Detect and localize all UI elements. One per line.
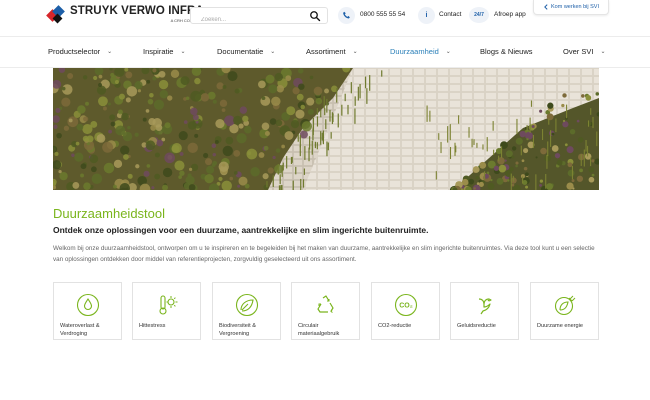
logo[interactable]: STRUYK VERWO INFRA A CRH COMPANY [46,5,204,28]
chevron-down-icon: ⌄ [445,49,451,55]
main-navigation: Productselector ⌄ Inspiratie ⌄ Documentati… [0,36,650,68]
nav-item-assortiment[interactable]: Assortiment ⌄ [306,47,358,56]
phone-icon[interactable] [338,7,355,24]
nav-item-blogs-nieuws[interactable]: Blogs & Nieuws [480,47,533,56]
logo-subtitle: A CRH COMPANY [170,17,204,23]
tile-duurzame-energie[interactable]: Duurzame energie [530,282,599,340]
intro-text: Welkom bij onze duurzaamheidstool, ontwo… [53,245,595,263]
tile-label: CO2-reductie [378,323,412,329]
tile-label: Duurzame energie [537,323,584,329]
tile-label: Wateroverlast & Verdroging [60,323,100,337]
nav-label: Assortiment [306,47,346,56]
tile-co2-reductie[interactable]: CO₂ CO2-reductie [371,282,440,340]
nav-label: Inspiratie [143,47,174,56]
tile-circulair[interactable]: Circulair materiaalgebruik [291,282,360,340]
info-icon[interactable]: i [418,7,435,24]
nav-item-inspiratie[interactable]: Inspiratie ⌄ [143,47,185,56]
chevron-down-icon: ⌄ [270,49,276,55]
nav-label: Over SVI [563,47,594,56]
page-title: Duurzaamheidstool [53,206,166,221]
eco-plug-icon [554,295,576,316]
logo-title: STRUYK VERWO INFRA [70,5,204,17]
nav-label: Productselector [48,47,101,56]
water-drop-icon [76,293,100,317]
nav-label: Blogs & Nieuws [480,47,533,56]
search-icon[interactable] [309,10,321,22]
hero-banner-image [53,68,599,190]
tile-label: Geluidsreductie [457,323,496,329]
tile-hittestress[interactable]: Hittestress [132,282,201,340]
phone-number[interactable]: 0800 555 55 54 [360,11,405,18]
chevron-down-icon: ⌄ [352,49,358,55]
nav-item-over-svi[interactable]: Over SVI ⌄ [563,47,605,56]
bird-icon [478,298,492,315]
careers-label: Kom werken bij SVI [551,4,599,10]
tile-label: Hittestress [139,323,166,329]
badge-24-7[interactable]: 24/7 [469,7,489,23]
leaf-icon [235,293,259,317]
contact-link[interactable]: Contact [439,11,461,18]
thermometer-sun-icon [159,295,178,315]
logo-mark-icon [46,5,66,25]
svg-text:CO₂: CO₂ [399,303,413,310]
search-box [190,7,328,28]
co2-icon: CO₂ [394,293,418,317]
nav-item-duurzaamheid[interactable]: Duurzaamheid ⌄ [390,47,451,56]
nav-item-productselector[interactable]: Productselector ⌄ [48,47,112,56]
tile-label: Circulair materiaalgebruik [298,323,340,337]
careers-button[interactable]: Kom werken bij SVI [533,0,609,15]
tile-geluidsreductie[interactable]: Geluidsreductie [450,282,519,340]
nav-label: Duurzaamheid [390,47,439,56]
chevron-down-icon: ⌄ [180,49,186,55]
tile-label: Biodiversiteit & Vergroening [219,323,256,337]
top-header: STRUYK VERWO INFRA A CRH COMPANY 0800 55… [0,0,650,34]
page-subtitle: Ontdek onze oplossingen voor een duurzam… [53,225,429,235]
nav-label: Documentatie [217,47,264,56]
theme-tiles: Wateroverlast & Verdroging Hittestress B… [53,282,599,340]
chevron-down-icon: ⌄ [600,49,606,55]
recycle-icon [317,295,334,313]
tile-wateroverlast[interactable]: Wateroverlast & Verdroging [53,282,122,340]
arrow-left-icon [544,4,548,10]
tile-biodiversiteit[interactable]: Biodiversiteit & Vergroening [212,282,281,340]
chevron-down-icon: ⌄ [107,49,113,55]
afroep-app-link[interactable]: Afroep app [494,11,526,18]
search-input[interactable] [191,12,301,28]
nav-item-documentatie[interactable]: Documentatie ⌄ [217,47,275,56]
